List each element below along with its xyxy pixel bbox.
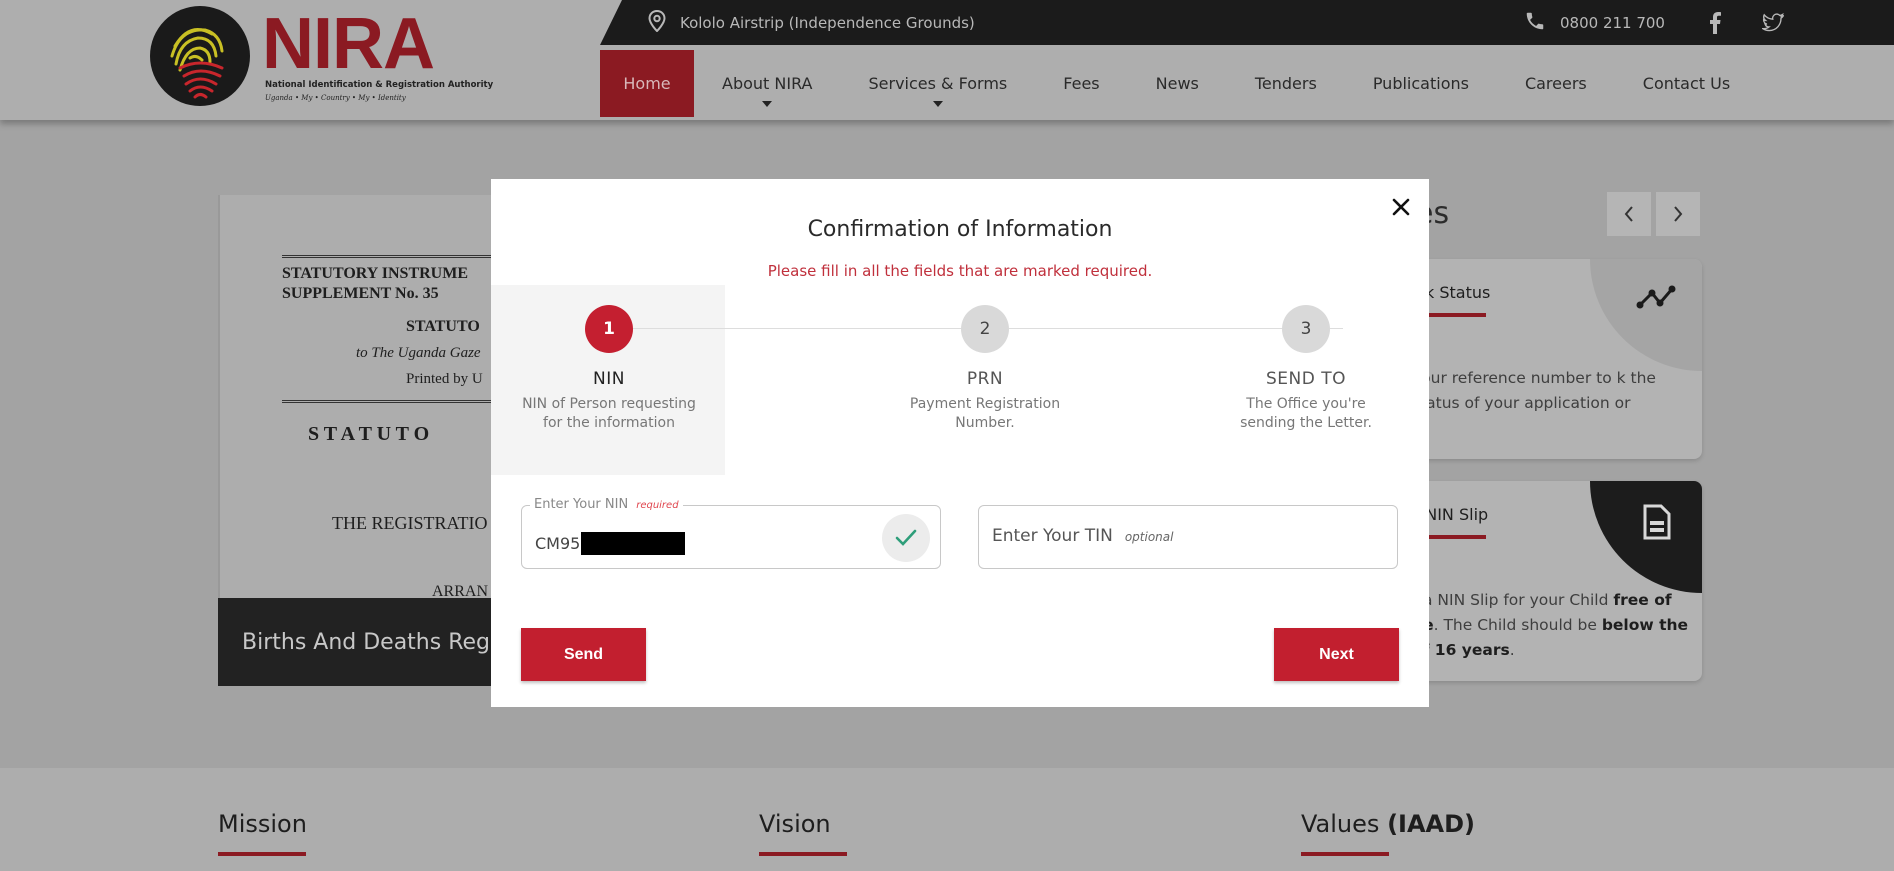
document-rule bbox=[282, 255, 508, 259]
document-line: THE REGISTRATIO bbox=[332, 513, 488, 533]
nin-value: CM95 bbox=[535, 532, 686, 555]
fingerprint-emblem-icon bbox=[150, 6, 250, 106]
values-heading: Values (IAAD) bbox=[1301, 810, 1475, 856]
location-pin-icon bbox=[648, 9, 666, 36]
service-card-title: k Status bbox=[1425, 283, 1491, 302]
confirmation-modal: Confirmation of Information Please fill … bbox=[491, 179, 1429, 707]
desc-fragment: . The Child should be bbox=[1433, 616, 1602, 634]
logo-wordmark: NIRA bbox=[262, 4, 435, 84]
step-number: 3 bbox=[1282, 305, 1330, 353]
required-notice: Please fill in all the fields that are m… bbox=[767, 262, 1153, 280]
modal-title: Confirmation of Information bbox=[807, 217, 1113, 242]
heading-underline bbox=[218, 852, 306, 856]
facebook-icon[interactable] bbox=[1700, 8, 1730, 38]
twitter-icon[interactable] bbox=[1758, 8, 1788, 38]
step-send-to[interactable]: 3 SEND TO The Office you're sending the … bbox=[1236, 305, 1376, 433]
desc-fragment: free of bbox=[1613, 591, 1672, 609]
nin-input[interactable]: Enter Your NIN required CM95 bbox=[521, 497, 941, 569]
chart-line-icon bbox=[1636, 285, 1676, 309]
desc-fragment: below the bbox=[1601, 616, 1689, 634]
service-card-nin-slip[interactable]: d NIN Slip t a NIN Slip for your Child f… bbox=[1400, 481, 1702, 681]
tin-placeholder: Enter Your TIN optional bbox=[992, 526, 1174, 546]
desc-fragment: t a NIN Slip for your Child bbox=[1412, 591, 1614, 609]
vision-heading: Vision bbox=[759, 810, 847, 856]
location-text: Kololo Airstrip (Independence Grounds) bbox=[680, 13, 975, 32]
step-description: NIN of Person requesting for the informa… bbox=[522, 396, 696, 431]
close-button[interactable] bbox=[1389, 195, 1413, 219]
service-card-desc: your reference number to k the status of… bbox=[1412, 369, 1656, 412]
chevron-left-icon bbox=[1624, 206, 1633, 222]
optional-badge: optional bbox=[1124, 530, 1174, 544]
nav-home[interactable]: Home bbox=[600, 50, 694, 117]
step-name: SEND TO bbox=[1265, 369, 1346, 389]
nav-publications[interactable]: Publications bbox=[1345, 50, 1497, 117]
next-button[interactable]: Next bbox=[1274, 628, 1399, 681]
nav-tenders[interactable]: Tenders bbox=[1227, 50, 1345, 117]
mission-heading: Mission bbox=[218, 810, 307, 856]
step-description: The Office you're sending the Letter. bbox=[1240, 396, 1372, 431]
step-name: NIN bbox=[593, 369, 625, 389]
document-line: STATUTO bbox=[406, 318, 480, 335]
document-caption[interactable]: Births And Deaths Reg 20 bbox=[218, 598, 508, 686]
document-line: Printed by U bbox=[406, 371, 483, 387]
service-card-check-status[interactable]: k Status your reference number to k the … bbox=[1400, 259, 1702, 459]
tin-input[interactable]: Enter Your TIN optional bbox=[978, 505, 1398, 569]
nav-careers[interactable]: Careers bbox=[1497, 50, 1615, 117]
site-header: NIRA National Identification & Registrat… bbox=[0, 0, 1894, 120]
document-rule bbox=[282, 400, 508, 404]
mission-vision-section: Mission Vision Values (IAAD) bbox=[0, 768, 1894, 871]
send-button[interactable]: Send bbox=[521, 628, 646, 681]
document-line: SUPPLEMENT No. 35 bbox=[282, 285, 439, 302]
redacted-block bbox=[581, 532, 686, 555]
required-badge: required bbox=[636, 500, 679, 511]
valid-check bbox=[882, 514, 930, 562]
desc-fragment: . bbox=[1509, 641, 1515, 659]
step-nin[interactable]: 1 NIN NIN of Person requesting for the i… bbox=[509, 305, 709, 433]
card-corner bbox=[1590, 259, 1702, 371]
location-info: Kololo Airstrip (Independence Grounds) bbox=[648, 0, 975, 45]
phone-info[interactable]: 0800 211 700 bbox=[1524, 0, 1665, 45]
heading-underline bbox=[759, 852, 847, 856]
phone-number: 0800 211 700 bbox=[1560, 13, 1665, 32]
nav-news[interactable]: News bbox=[1128, 50, 1227, 117]
step-description: Payment Registration Number. bbox=[909, 396, 1061, 431]
step-number: 1 bbox=[585, 305, 633, 353]
carousel-prev-button[interactable] bbox=[1607, 192, 1651, 236]
carousel-next-button[interactable] bbox=[1656, 192, 1700, 236]
logo-tagline: National Identification & Registration A… bbox=[265, 80, 494, 90]
heading-underline bbox=[1301, 852, 1389, 856]
main-nav: Home About NIRA Services & Forms Fees Ne… bbox=[600, 50, 1758, 117]
document-line: S T A T U T O bbox=[308, 423, 430, 445]
nav-contact-us[interactable]: Contact Us bbox=[1615, 50, 1758, 117]
caret-down-icon bbox=[762, 101, 773, 107]
logo-motto: Uganda • My • Country • My • Identity bbox=[265, 94, 406, 102]
phone-icon bbox=[1524, 10, 1546, 36]
top-info-bar: Kololo Airstrip (Independence Grounds) 0… bbox=[600, 0, 1894, 45]
nin-field-label: Enter Your NIN required bbox=[530, 497, 683, 512]
stepper: 1 NIN NIN of Person requesting for the i… bbox=[491, 285, 1429, 475]
nav-services-forms[interactable]: Services & Forms bbox=[841, 50, 1036, 117]
service-card-desc: t a NIN Slip for your Child free of ge. … bbox=[1412, 588, 1702, 663]
step-name: PRN bbox=[966, 369, 1004, 389]
nira-logo[interactable]: NIRA National Identification & Registrat… bbox=[150, 4, 493, 106]
document-icon bbox=[1643, 504, 1671, 540]
check-icon bbox=[895, 529, 917, 546]
close-icon bbox=[1392, 198, 1410, 216]
document-line: to The Uganda Gaze bbox=[356, 345, 481, 361]
nav-fees[interactable]: Fees bbox=[1035, 50, 1127, 117]
caret-down-icon bbox=[932, 101, 943, 107]
nav-about-nira[interactable]: About NIRA bbox=[694, 50, 841, 117]
step-prn[interactable]: 2 PRN Payment Registration Number. bbox=[885, 305, 1085, 433]
step-number: 2 bbox=[961, 305, 1009, 353]
document-line: STATUTORY INSTRUME bbox=[282, 265, 468, 282]
chevron-right-icon bbox=[1674, 206, 1683, 222]
